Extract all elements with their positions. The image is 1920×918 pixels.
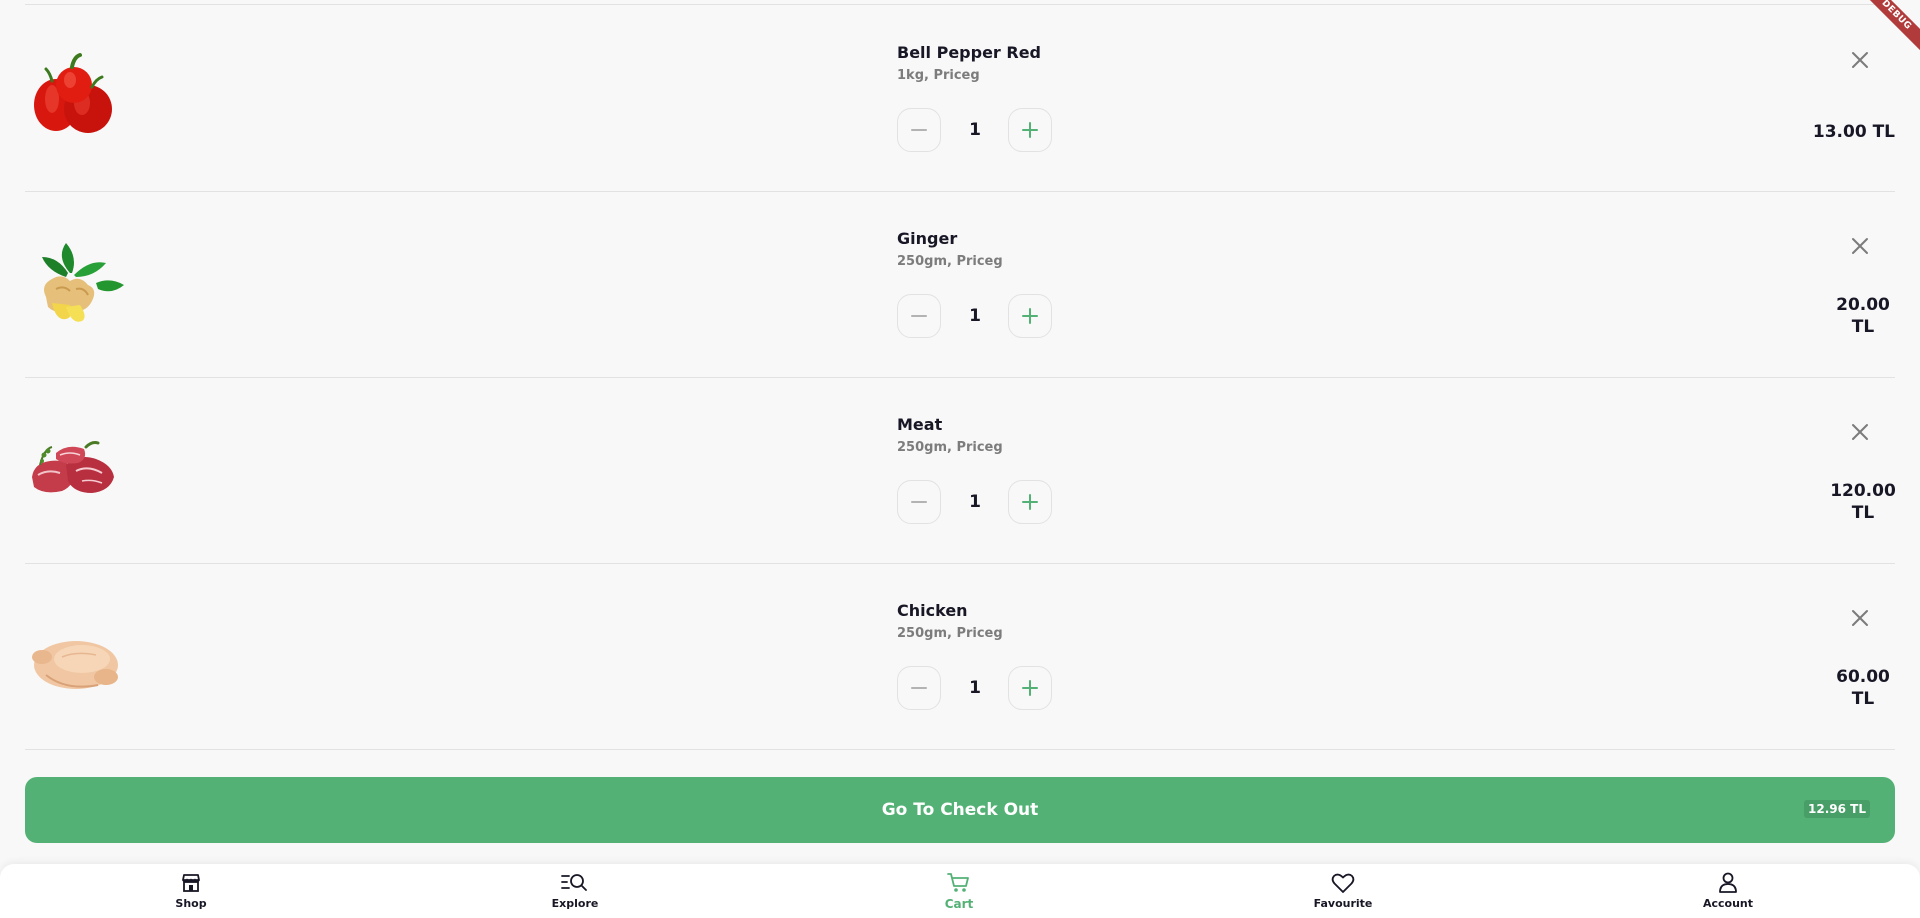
plus-icon: [1022, 680, 1038, 696]
item-subtitle: 250gm, Priceg: [897, 626, 1003, 641]
bottom-navigation: Shop Explore Cart Favourite Account: [0, 864, 1920, 918]
close-icon: [1852, 424, 1868, 440]
item-name: Bell Pepper Red: [897, 43, 1042, 62]
explore-icon: [561, 874, 587, 891]
minus-icon: [911, 501, 927, 503]
item-name: Meat: [897, 415, 943, 434]
item-name: Chicken: [897, 601, 968, 620]
item-subtitle: 250gm, Priceg: [897, 440, 1003, 455]
remove-item-button[interactable]: [1845, 231, 1875, 261]
decrease-quantity-button[interactable]: [897, 480, 941, 524]
item-name: Ginger: [897, 229, 958, 248]
plus-icon: [1022, 308, 1038, 324]
close-icon: [1852, 238, 1868, 254]
nav-label: Favourite: [1313, 897, 1373, 910]
item-price: 13.00 TL: [1812, 122, 1895, 142]
decrease-quantity-button[interactable]: [897, 294, 941, 338]
nav-label: Explore: [551, 897, 599, 910]
meat-image: [26, 419, 126, 519]
minus-icon: [911, 687, 927, 689]
account-icon: [1719, 872, 1737, 893]
checkout-total-badge: 12.96 TL: [1804, 800, 1870, 818]
shop-icon: [182, 874, 200, 892]
quantity-value: 1: [969, 120, 981, 140]
item-price: 60.00 TL: [1836, 667, 1890, 709]
increase-quantity-button[interactable]: [1008, 108, 1052, 152]
nav-account[interactable]: Account: [1668, 872, 1788, 910]
heart-icon: [1331, 873, 1355, 893]
nav-label: Cart: [944, 897, 974, 911]
nav-label: Shop: [175, 897, 207, 910]
nav-favourite[interactable]: Favourite: [1283, 872, 1403, 910]
close-icon: [1852, 52, 1868, 68]
cart-item: Chicken 250gm, Priceg 1 60.00 TL: [0, 563, 1920, 750]
cart-item: Meat 250gm, Priceg 1 120.00 TL: [0, 377, 1920, 564]
item-divider: [25, 749, 1895, 750]
increase-quantity-button[interactable]: [1008, 666, 1052, 710]
item-subtitle: 1kg, Priceg: [897, 68, 980, 83]
increase-quantity-button[interactable]: [1008, 294, 1052, 338]
minus-icon: [911, 315, 927, 317]
quantity-value: 1: [969, 678, 981, 698]
cart-screen: Bell Pepper Red 1kg, Priceg 1 13.00 TL G…: [0, 0, 1920, 918]
nav-cart[interactable]: Cart: [899, 872, 1019, 911]
decrease-quantity-button[interactable]: [897, 666, 941, 710]
minus-icon: [911, 129, 927, 131]
close-icon: [1852, 610, 1868, 626]
checkout-label: Go To Check Out: [881, 800, 1039, 820]
item-price: 120.00 TL: [1830, 481, 1896, 523]
decrease-quantity-button[interactable]: [897, 108, 941, 152]
cart-item: Ginger 250gm, Priceg 1 20.00 TL: [0, 191, 1920, 378]
plus-icon: [1022, 122, 1038, 138]
remove-item-button[interactable]: [1845, 45, 1875, 75]
quantity-value: 1: [969, 492, 981, 512]
bell-pepper-image: [26, 47, 126, 147]
cart-list: Bell Pepper Red 1kg, Priceg 1 13.00 TL G…: [0, 5, 1920, 750]
quantity-value: 1: [969, 306, 981, 326]
nav-shop[interactable]: Shop: [131, 872, 251, 910]
item-price: 20.00 TL: [1836, 295, 1890, 337]
cart-icon: [947, 873, 969, 892]
plus-icon: [1022, 494, 1038, 510]
remove-item-button[interactable]: [1845, 417, 1875, 447]
remove-item-button[interactable]: [1845, 603, 1875, 633]
nav-explore[interactable]: Explore: [515, 872, 635, 910]
checkout-button[interactable]: Go To Check Out 12.96 TL: [25, 777, 1895, 843]
cart-item: Bell Pepper Red 1kg, Priceg 1 13.00 TL: [0, 5, 1920, 192]
ginger-image: [26, 233, 126, 333]
chicken-image: [26, 605, 126, 705]
nav-label: Account: [1702, 897, 1754, 910]
item-subtitle: 250gm, Priceg: [897, 254, 1003, 269]
increase-quantity-button[interactable]: [1008, 480, 1052, 524]
